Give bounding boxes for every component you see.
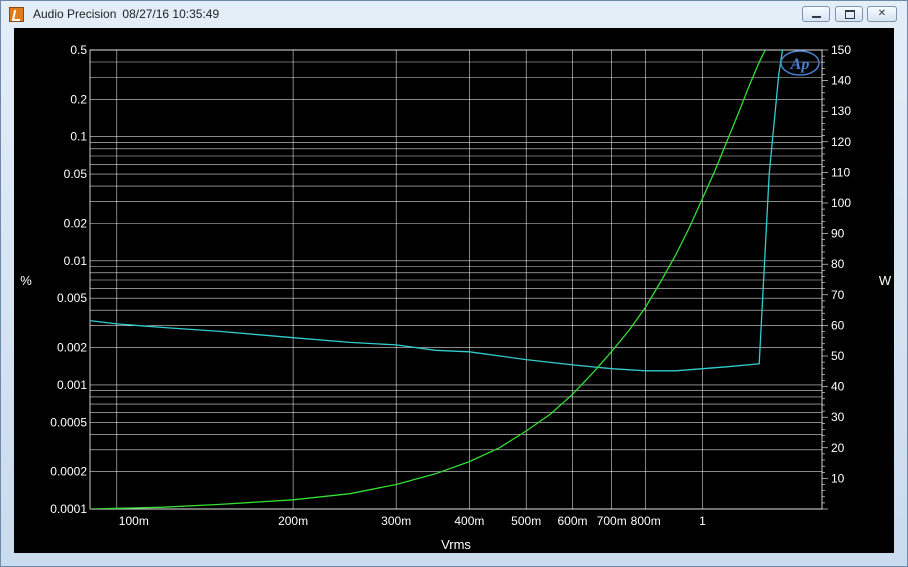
x-tick-label: 200m	[278, 514, 308, 528]
ap-logo-icon: Ap	[790, 56, 810, 73]
power-series-line	[90, 50, 766, 509]
x-tick-label: 100m	[119, 514, 149, 528]
x-tick-label: 700m	[597, 514, 627, 528]
y-right-tick-label: 20	[831, 441, 845, 455]
y-right-tick-label: 30	[831, 410, 845, 424]
y-right-tick-label: 60	[831, 318, 845, 332]
y-left-axis-label: %	[20, 273, 32, 288]
plot-frame	[89, 49, 823, 510]
y-left-tick-label: 0.2	[70, 92, 87, 106]
y-right-tick-label: 110	[831, 165, 850, 179]
y-right-tick-label: 150	[831, 43, 851, 57]
x-tick-label: 500m	[511, 514, 541, 528]
y-right-tick-label: 140	[831, 74, 851, 88]
y-right-tick-label: 100	[831, 196, 851, 210]
app-name: Audio Precision	[33, 7, 117, 21]
y-left-tick-label: 0.05	[64, 167, 88, 181]
y-right-tick-label: 130	[831, 104, 851, 118]
y-left-tick-label: 0.5	[70, 43, 87, 57]
y-right-tick-label: 10	[831, 471, 845, 485]
x-tick-label: 1	[699, 514, 706, 528]
y-right-tick-label: 80	[831, 257, 845, 271]
thd-power-chart: 0.0001 0.0002 0.0005 0.001 0.002 0.005 0.01 0.0…	[20, 43, 892, 552]
y-right-tick-label: 70	[831, 288, 845, 302]
y-left-tick-label: 0.0001	[50, 502, 87, 516]
thd-series-line	[90, 50, 784, 372]
ap-app-icon[interactable]	[9, 7, 24, 22]
timestamp: 08/27/16 10:35:49	[122, 7, 220, 21]
y-left-tick-label: 0.001	[57, 378, 87, 392]
y-right-tick-label: 50	[831, 349, 845, 363]
x-axis-label: Vrms	[441, 537, 471, 552]
x-tick-label: 300m	[381, 514, 411, 528]
y-right-tick-label: 40	[831, 380, 845, 394]
maximize-button[interactable]	[835, 6, 863, 22]
window-title: Audio Precision 08/27/16 10:35:49	[33, 7, 219, 21]
title-bar[interactable]: Audio Precision 08/27/16 10:35:49	[1, 1, 907, 27]
y-left-tick-label: 0.01	[64, 254, 88, 268]
minimize-button[interactable]	[802, 6, 830, 22]
y-right-axis-label: W	[879, 273, 892, 288]
y-left-tick-label: 0.0002	[50, 465, 87, 479]
y-right-tick-label: 90	[831, 227, 845, 241]
x-tick-label: 800m	[631, 514, 661, 528]
y-right-tick-label: 120	[831, 135, 851, 149]
y-left-tick-label: 0.005	[57, 291, 87, 305]
close-button[interactable]	[867, 6, 897, 22]
y-left-tick-label: 0.02	[64, 217, 88, 231]
y-left-tick-label: 0.1	[70, 130, 87, 144]
y-left-tick-label: 0.0005	[50, 415, 87, 429]
app-window: Audio Precision08/27/16 10:35:49 0.00010…	[0, 0, 908, 567]
plot-panel: 0.0001 0.0002 0.0005 0.001 0.002 0.005 0.01 0.0…	[14, 28, 894, 553]
y-left-tick-label: 0.002	[57, 341, 87, 355]
x-tick-label: 600m	[557, 514, 587, 528]
x-tick-label: 400m	[454, 514, 484, 528]
